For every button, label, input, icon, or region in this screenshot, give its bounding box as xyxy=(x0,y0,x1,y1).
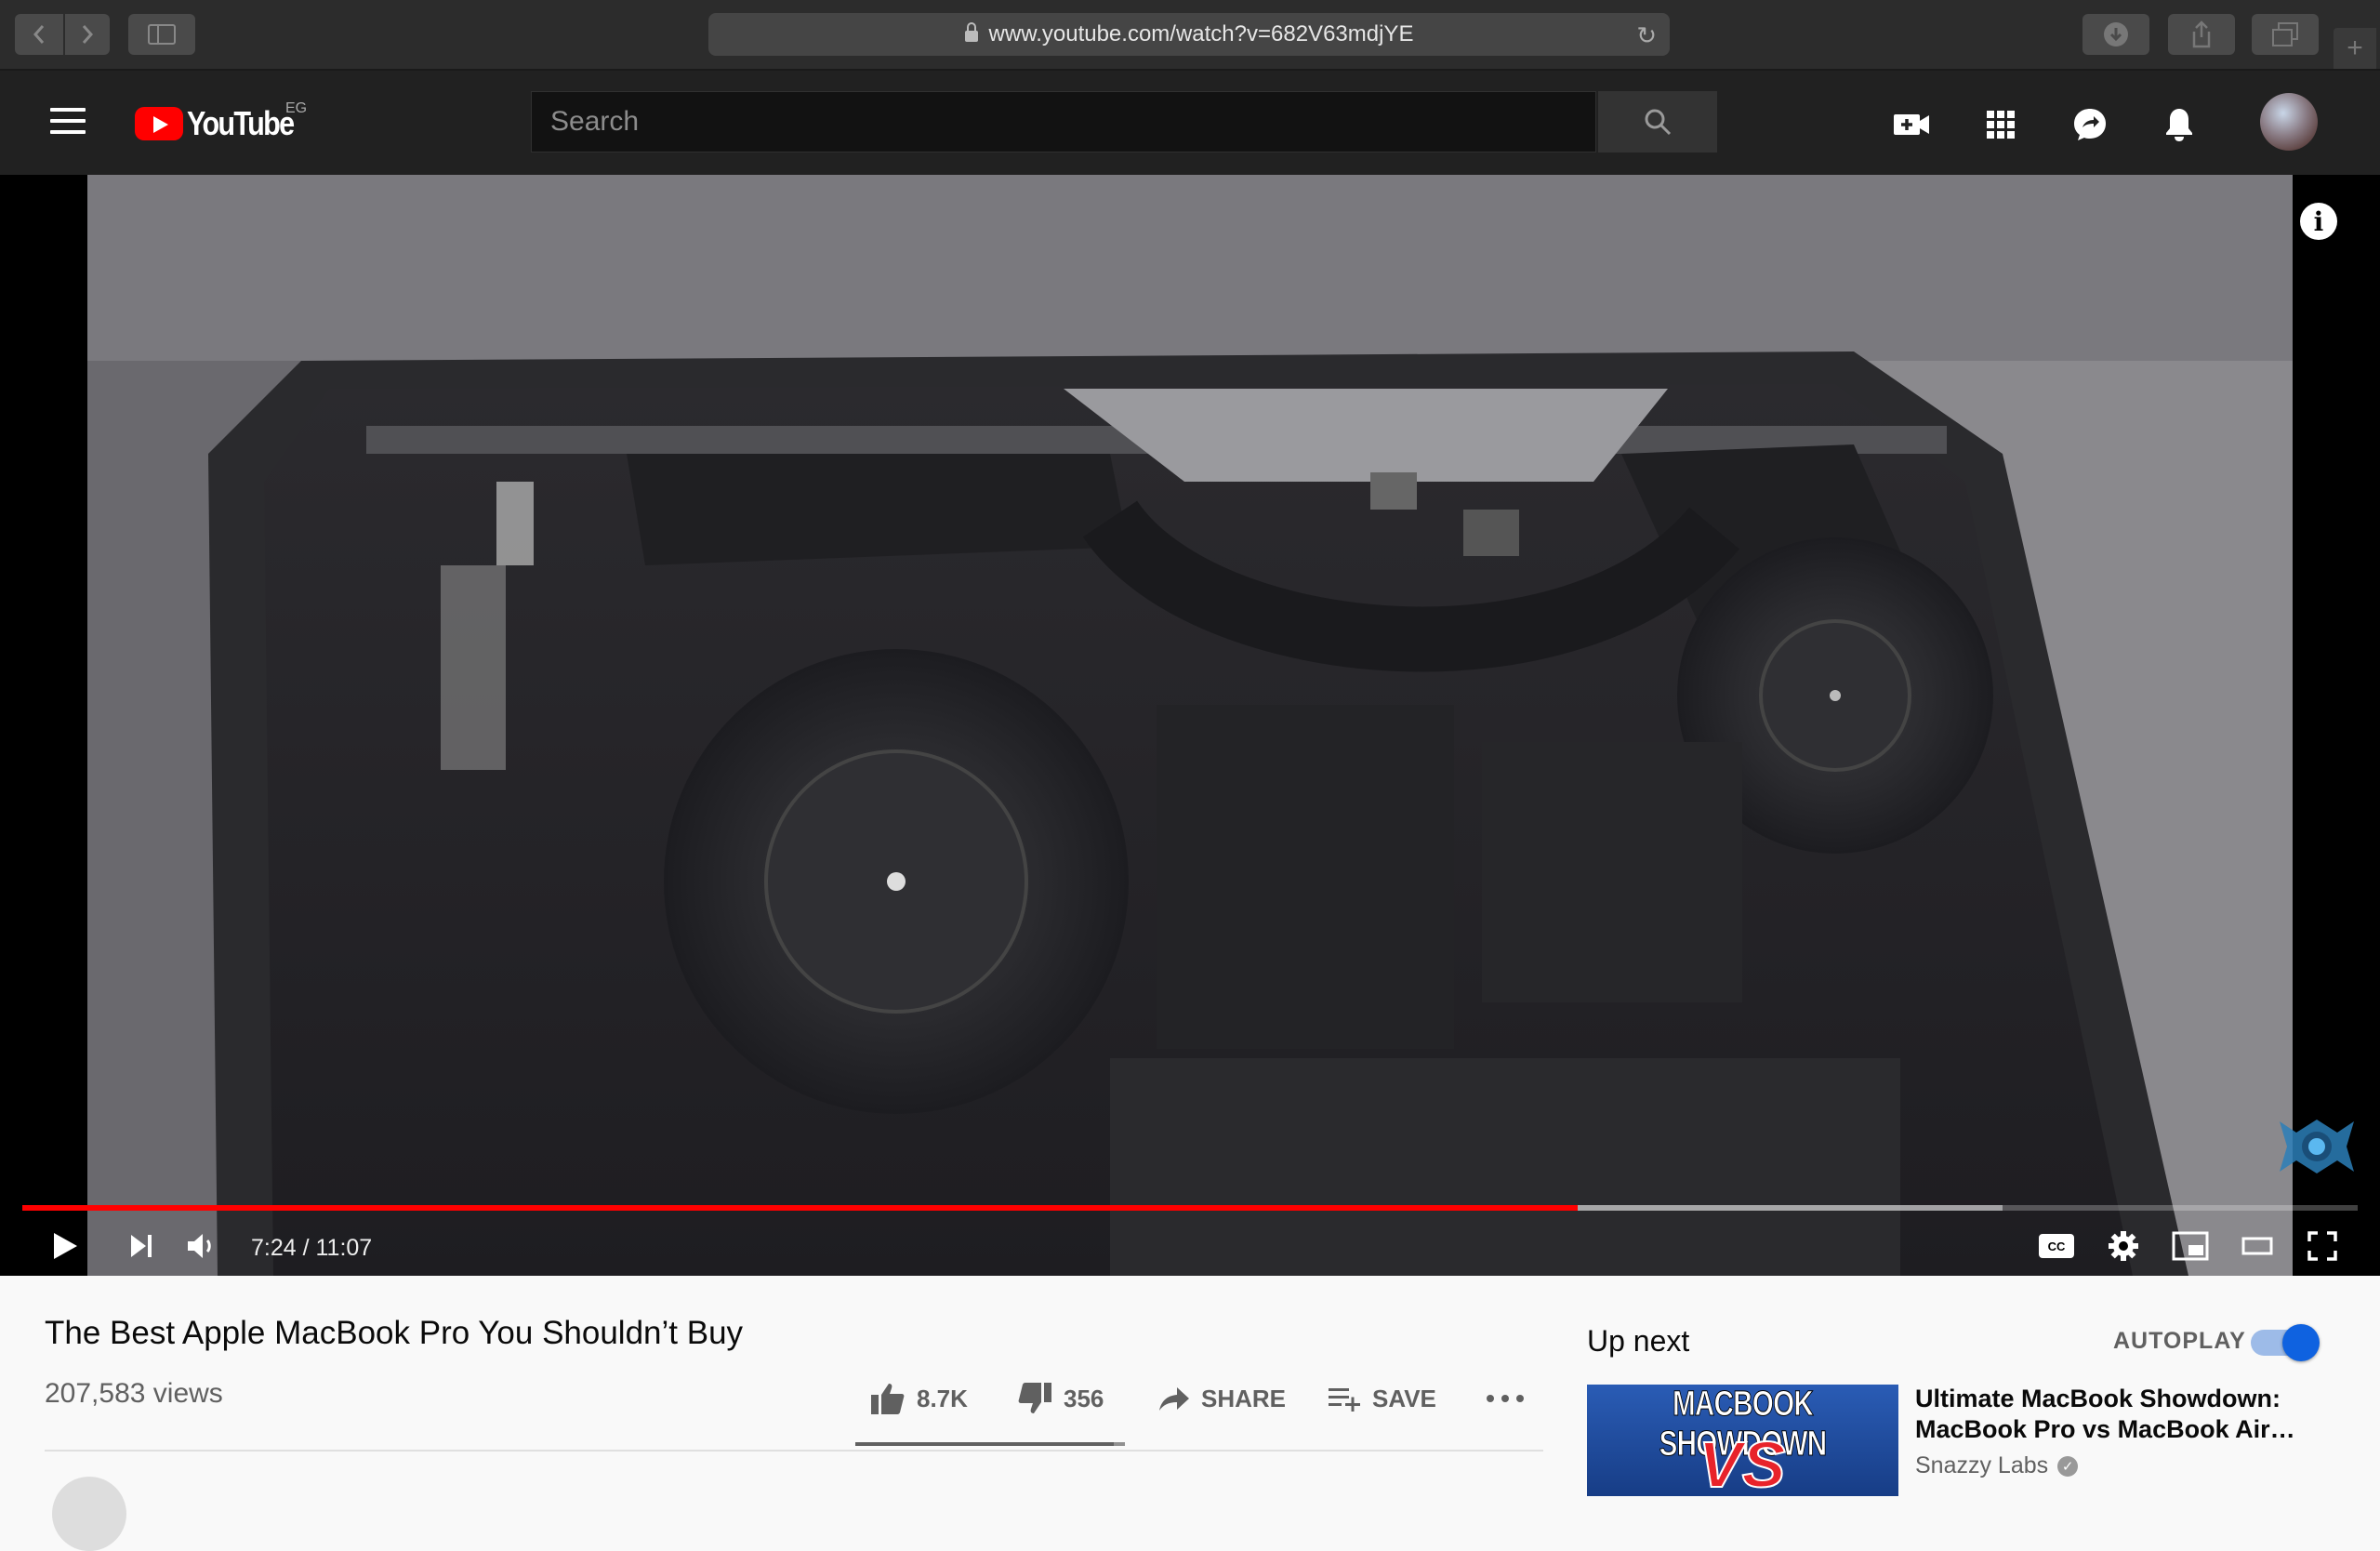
save-label: SAVE xyxy=(1372,1384,1436,1412)
next-video-channel[interactable]: Snazzy Labs ✓ xyxy=(1915,1452,2079,1479)
thumbs-down-icon xyxy=(1018,1383,1051,1413)
volume-icon xyxy=(188,1234,211,1258)
reload-icon[interactable]: ↻ xyxy=(1636,21,1657,50)
video-frame[interactable] xyxy=(87,175,2293,1276)
plus-icon: + xyxy=(2347,33,2363,63)
create-video-button[interactable] xyxy=(1891,104,1932,145)
share-button[interactable]: SHARE xyxy=(1158,1378,1286,1419)
chevron-right-icon xyxy=(82,25,94,44)
country-code: EG xyxy=(285,100,308,116)
search-button[interactable] xyxy=(1598,91,1717,152)
downloads-button[interactable] xyxy=(2082,14,2149,55)
miniplayer-button[interactable] xyxy=(2170,1226,2211,1266)
play-icon xyxy=(54,1233,77,1259)
share-page-button[interactable] xyxy=(2168,14,2235,55)
toggle-knob xyxy=(2282,1324,2320,1361)
video-content-image xyxy=(87,175,2293,1276)
video-title: The Best Apple MacBook Pro You Shouldn’t… xyxy=(45,1315,744,1351)
search-placeholder: Search xyxy=(550,106,640,137)
youtube-header: YouTube EG Search xyxy=(0,71,2380,175)
share-label: SHARE xyxy=(1201,1384,1287,1412)
player-controls: 7:24 / 11:07 CC xyxy=(0,1216,2380,1276)
thumbs-up-icon xyxy=(871,1384,905,1414)
like-button[interactable]: 8.7K xyxy=(870,1378,968,1419)
channel-name: Snazzy Labs xyxy=(1915,1452,2049,1478)
info-card-button[interactable]: i xyxy=(2300,203,2337,240)
more-horizontal-icon xyxy=(1487,1395,1524,1402)
progress-played xyxy=(22,1205,1578,1211)
logo-text: YouTube xyxy=(187,104,295,142)
theater-mode-icon xyxy=(2241,1237,2273,1255)
forward-button[interactable] xyxy=(65,14,110,55)
autoplay-toggle[interactable] xyxy=(2251,1324,2320,1361)
captions-button[interactable]: CC xyxy=(2036,1226,2077,1266)
tabs-icon xyxy=(2272,22,2298,46)
share-box-icon xyxy=(2192,20,2211,48)
play-button[interactable] xyxy=(46,1226,84,1266)
notifications-button[interactable] xyxy=(2159,104,2200,145)
bell-icon xyxy=(2166,109,2192,141)
gear-icon xyxy=(2109,1231,2138,1261)
progress-bar[interactable] xyxy=(22,1205,2358,1211)
theater-mode-button[interactable] xyxy=(2237,1226,2278,1266)
sentiment-bar xyxy=(855,1442,1125,1446)
address-bar[interactable]: www.youtube.com/watch?v=682V63mdjYE ↻ xyxy=(708,13,1670,56)
up-next-heading: Up next xyxy=(1587,1324,1690,1358)
channel-watermark-icon[interactable] xyxy=(2276,1114,2358,1179)
search-input[interactable]: Search xyxy=(531,91,1596,152)
time-display: 7:24 / 11:07 xyxy=(251,1235,373,1261)
menu-icon[interactable] xyxy=(50,108,86,141)
fullscreen-icon xyxy=(2307,1231,2337,1261)
dislike-count: 356 xyxy=(1064,1384,1104,1412)
like-count: 8.7K xyxy=(917,1384,968,1412)
share-arrow-icon xyxy=(1159,1387,1189,1411)
address-bar-url: www.youtube.com/watch?v=682V63mdjYE xyxy=(988,21,1414,46)
mute-button[interactable] xyxy=(184,1226,221,1266)
lock-icon xyxy=(964,22,978,42)
fullscreen-button[interactable] xyxy=(2302,1226,2343,1266)
more-actions-button[interactable] xyxy=(1486,1378,1525,1419)
sidebar-toggle-button[interactable] xyxy=(128,14,195,55)
view-count: 207,583 views xyxy=(45,1378,223,1409)
apps-button[interactable] xyxy=(1980,104,2021,145)
settings-button[interactable] xyxy=(2103,1226,2144,1266)
message-share-icon xyxy=(2074,109,2106,140)
verified-check-icon: ✓ xyxy=(2057,1455,2079,1477)
captions-icon: CC xyxy=(2039,1234,2074,1258)
account-avatar[interactable] xyxy=(2260,93,2318,151)
youtube-play-logo-icon xyxy=(135,107,183,140)
video-player[interactable]: i 7:24 / 11:07 CC xyxy=(0,175,2380,1276)
autoplay-label: AUTOPLAY xyxy=(2113,1328,2246,1354)
save-button[interactable]: SAVE xyxy=(1328,1378,1436,1419)
skip-next-icon xyxy=(131,1235,152,1257)
sentiment-likes xyxy=(855,1442,1115,1446)
next-button[interactable] xyxy=(123,1226,160,1266)
browser-toolbar: www.youtube.com/watch?v=682V63mdjYE ↻ + xyxy=(0,0,2380,71)
next-video-thumbnail[interactable]: MACBOOK SHOWDOWN VS xyxy=(1587,1385,1898,1496)
sidebar-icon xyxy=(148,24,176,45)
captions-label: CC xyxy=(2047,1239,2066,1253)
channel-avatar[interactable] xyxy=(52,1477,126,1551)
download-icon xyxy=(2104,22,2128,46)
back-button[interactable] xyxy=(15,14,63,55)
video-camera-add-icon xyxy=(1894,114,1929,135)
new-tab-button[interactable]: + xyxy=(2334,28,2376,69)
thumbnail-vs: VS xyxy=(1698,1427,1786,1496)
divider xyxy=(45,1450,1543,1452)
apps-grid-icon xyxy=(1987,111,2015,139)
messages-button[interactable] xyxy=(2069,104,2110,145)
tabs-overview-button[interactable] xyxy=(2252,14,2319,55)
dislike-button[interactable]: 356 xyxy=(1017,1378,1104,1419)
next-video-title[interactable]: Ultimate MacBook Showdown: MacBook Pro v… xyxy=(1915,1384,2306,1445)
youtube-logo[interactable]: YouTube EG xyxy=(135,100,312,143)
playlist-add-icon xyxy=(1329,1388,1360,1412)
search-icon xyxy=(1645,109,1672,136)
chevron-left-icon xyxy=(33,25,45,44)
miniplayer-icon xyxy=(2172,1231,2209,1261)
